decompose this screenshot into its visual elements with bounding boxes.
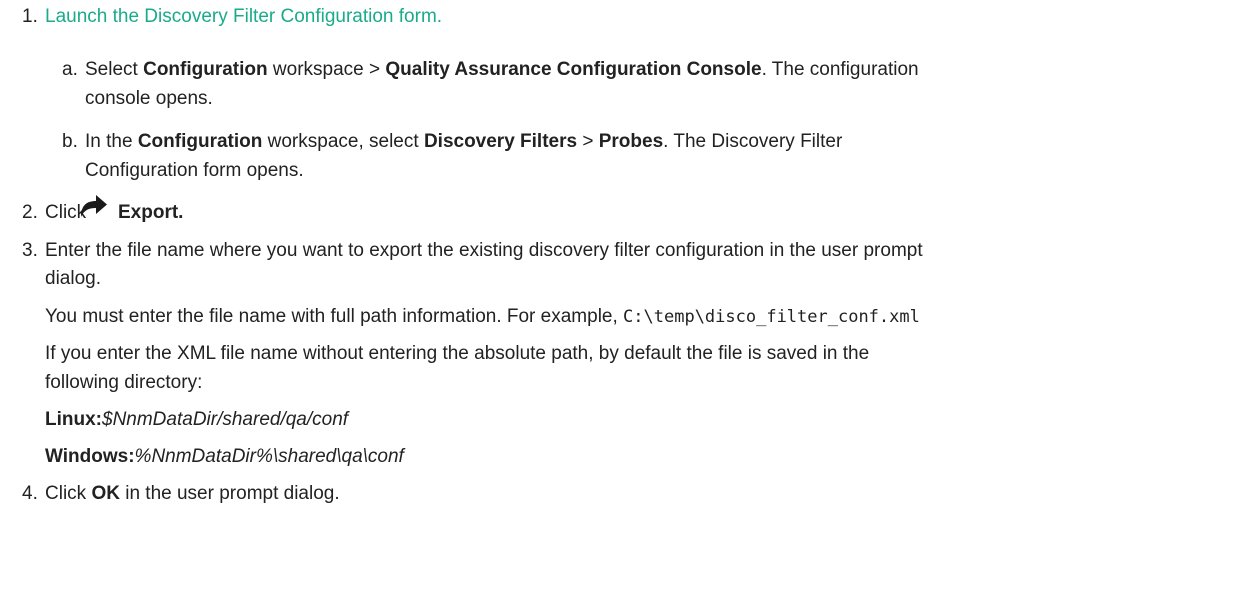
step-3-number: 3. <box>22 240 38 261</box>
step-1a-line-2: console opens. <box>85 88 213 109</box>
step-3-line-2: dialog. <box>45 268 101 289</box>
full-path-note: You must enter the file name with full p… <box>45 306 920 327</box>
step-1a-label: a. <box>62 59 78 80</box>
step-1b-label: b. <box>62 131 78 152</box>
step-1b-line-2: Configuration form opens. <box>85 160 304 181</box>
step-1b-line-1: In the Configuration workspace, select D… <box>85 131 843 152</box>
step-4-number: 4. <box>22 483 38 504</box>
linux-path: Linux:$NnmDataDir/shared/qa/conf <box>45 409 349 430</box>
procedure-document: 1. Launch the Discovery Filter Configura… <box>0 0 1255 596</box>
step-1a-line-1: Select Configuration workspace > Quality… <box>85 59 919 80</box>
default-dir-note-line-2: following directory: <box>45 372 203 393</box>
step-2-number: 2. <box>22 202 38 223</box>
step-1-number: 1. <box>22 6 38 27</box>
example-path-code: C:\temp\disco_filter_conf.xml <box>623 307 920 327</box>
default-dir-note-line-1: If you enter the XML file name without e… <box>45 343 870 364</box>
windows-path: Windows:%NnmDataDir%\shared\qa\conf <box>45 446 404 467</box>
step-4-text: Click OK in the user prompt dialog. <box>45 483 340 504</box>
export-label: Export. <box>118 202 184 223</box>
launch-form-link[interactable]: Launch the Discovery Filter Configuratio… <box>45 6 442 28</box>
step-3-line-1: Enter the file name where you want to ex… <box>45 240 923 261</box>
export-arrow-icon[interactable] <box>77 192 109 218</box>
